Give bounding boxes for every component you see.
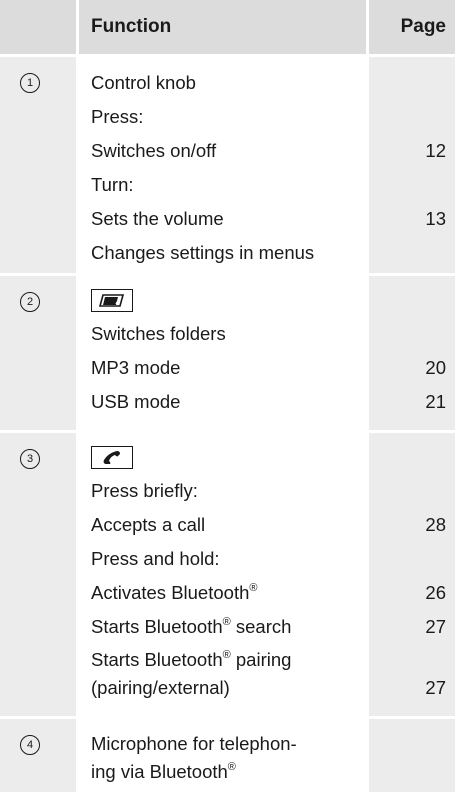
phone-key-icon [91,446,133,469]
function-line: Switches folders [91,323,226,344]
function-line: MP3 mode [91,357,181,378]
page-number: 28 [425,514,446,535]
function-table: Function Page 1 Control knob Press: Swit… [0,0,455,792]
header-function-label: Function [91,16,172,37]
folder-key-icon [91,289,133,312]
row-page-cell [369,719,455,792]
row-function-cell: Press briefly: Accepts a call Press and … [79,433,366,716]
row-function-cell: Microphone for telephon- ing via Bluetoo… [79,719,366,792]
registered-mark: ® [222,648,231,661]
header-page-label: Page [400,16,446,37]
table-row-3: 3 Press briefly: Accepts a call Press an… [0,433,455,716]
function-line: Press: [91,106,144,127]
function-line: Turn: [91,174,134,195]
row-page-cell: 12 13 [369,57,455,273]
function-line: (pairing/external) [91,677,230,698]
row-number-cell: 2 [0,276,76,430]
row-function-cell: Switches folders MP3 mode USB mode [79,276,366,430]
table-header: Function Page [0,0,455,54]
function-line: Control knob [91,72,196,93]
row-page-cell: 28 26 27 27 [369,433,455,716]
function-line: Sets the volume [91,208,224,229]
circled-number-4: 4 [20,735,40,755]
page-number: 20 [425,357,446,378]
page-number: 12 [425,140,446,161]
function-line: ing via Bluetooth® [91,760,236,784]
function-line: Changes settings in menus [91,242,315,263]
line-text-tail: search [230,616,292,637]
header-number-cell [0,0,76,54]
page-number: 21 [425,391,446,412]
page-number: 27 [425,677,446,698]
circled-number-3: 3 [20,449,40,469]
function-line: Accepts a call [91,514,206,535]
line-text: Starts Bluetooth [91,649,223,670]
circled-number-1: 1 [20,73,40,93]
table-row-4: 4 Microphone for telephon- ing via Bluet… [0,719,455,792]
row-number-cell: 1 [0,57,76,273]
function-line: Starts Bluetooth® search [91,615,291,639]
line-text: Activates Bluetooth [91,582,250,603]
function-line: Switches on/off [91,140,217,161]
function-line: Starts Bluetooth® pairing [91,648,291,672]
line-text-tail: pairing [230,649,292,670]
circled-number-2: 2 [20,292,40,312]
row-function-cell: Control knob Press: Switches on/off Turn… [79,57,366,273]
function-line: Activates Bluetooth® [91,581,257,605]
page-number: 26 [425,582,446,603]
line-text: ing via Bluetooth [91,761,228,782]
registered-mark: ® [227,760,236,773]
line-text: Starts Bluetooth [91,616,223,637]
function-line: Microphone for telephon- [91,733,297,754]
row-page-cell: 20 21 [369,276,455,430]
function-line: USB mode [91,391,181,412]
registered-mark: ® [249,581,258,594]
row-number-cell: 4 [0,719,76,792]
page-number: 13 [425,208,446,229]
function-line: Press and hold: [91,548,220,569]
table-row-1: 1 Control knob Press: Switches on/off Tu… [0,57,455,273]
function-line: Press briefly: [91,480,198,501]
header-function-cell: Function [79,0,366,54]
page-number: 27 [425,616,446,637]
registered-mark: ® [222,615,231,628]
header-page-cell: Page [369,0,455,54]
row-number-cell: 3 [0,433,76,716]
table-row-2: 2 Switches folders MP3 mode USB mode 20 … [0,276,455,430]
